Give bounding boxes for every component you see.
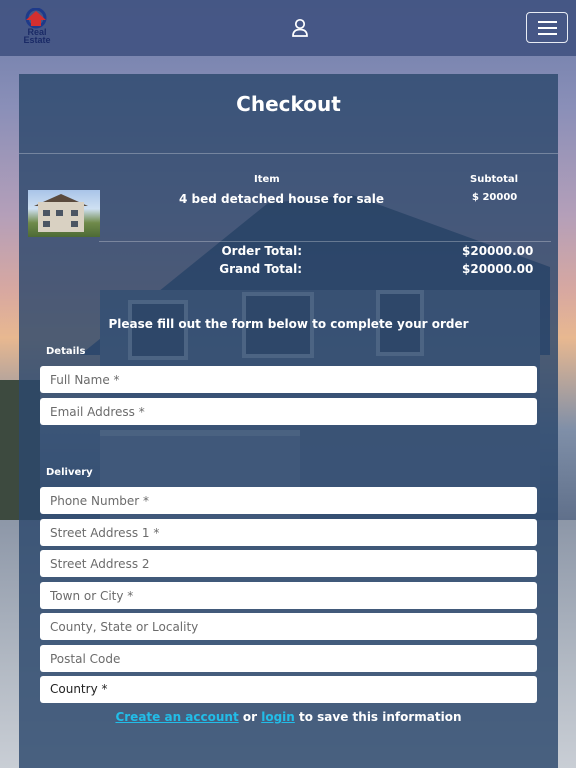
phone-field[interactable] bbox=[40, 487, 537, 514]
country-select[interactable]: Country * bbox=[40, 676, 537, 703]
details-section-label: Details bbox=[46, 346, 86, 357]
checkout-panel: Checkout Item Subtotal 4 bed detached ho… bbox=[19, 74, 558, 768]
form-instructions: Please fill out the form below to comple… bbox=[108, 317, 469, 331]
delivery-section-label: Delivery bbox=[46, 467, 93, 478]
hamburger-menu-icon bbox=[538, 33, 557, 35]
hamburger-menu-icon bbox=[538, 27, 557, 29]
grand-total-label: Grand Total: bbox=[219, 262, 302, 276]
logo-text-line2: Estate bbox=[23, 35, 51, 45]
order-total-value: $20000.00 bbox=[462, 244, 534, 258]
login-link[interactable]: login bbox=[261, 710, 295, 724]
item-column-header: Item bbox=[254, 174, 280, 185]
item-name[interactable]: 4 bed detached house for sale bbox=[179, 192, 384, 206]
user-icon[interactable] bbox=[290, 18, 310, 38]
item-subtotal: $ 20000 bbox=[472, 192, 518, 203]
county-state-field[interactable] bbox=[40, 613, 537, 640]
divider bbox=[99, 241, 551, 242]
divider bbox=[19, 153, 558, 154]
thumbnail-window bbox=[71, 221, 78, 227]
grand-total-value: $20000.00 bbox=[462, 262, 534, 276]
hamburger-menu-icon bbox=[538, 21, 557, 23]
logo-text: Real Estate bbox=[14, 28, 60, 45]
postal-code-field[interactable] bbox=[40, 645, 537, 672]
order-total-label: Order Total: bbox=[221, 244, 302, 258]
town-city-field[interactable] bbox=[40, 582, 537, 609]
thumbnail-house bbox=[38, 202, 84, 232]
thumbnail-window bbox=[43, 221, 50, 227]
subtotal-column-header: Subtotal bbox=[470, 174, 519, 185]
create-account-link[interactable]: Create an account bbox=[115, 710, 238, 724]
top-navbar: Real Estate bbox=[0, 0, 576, 56]
or-text: or bbox=[238, 710, 262, 724]
thumbnail-window bbox=[71, 210, 78, 216]
house-thumbnail[interactable] bbox=[28, 190, 100, 237]
page-title: Checkout bbox=[236, 92, 341, 116]
brand-logo[interactable]: Real Estate bbox=[14, 7, 60, 48]
menu-toggle-button[interactable] bbox=[526, 12, 568, 43]
thumbnail-window bbox=[56, 210, 63, 216]
full-name-field[interactable] bbox=[40, 366, 537, 393]
save-info-text: to save this information bbox=[294, 710, 462, 724]
email-field[interactable] bbox=[40, 398, 537, 425]
street-address-2-field[interactable] bbox=[40, 550, 537, 577]
thumbnail-window bbox=[43, 210, 50, 216]
save-info-prompt: Create an account or login to save this … bbox=[19, 710, 558, 724]
street-address-1-field[interactable] bbox=[40, 519, 537, 546]
